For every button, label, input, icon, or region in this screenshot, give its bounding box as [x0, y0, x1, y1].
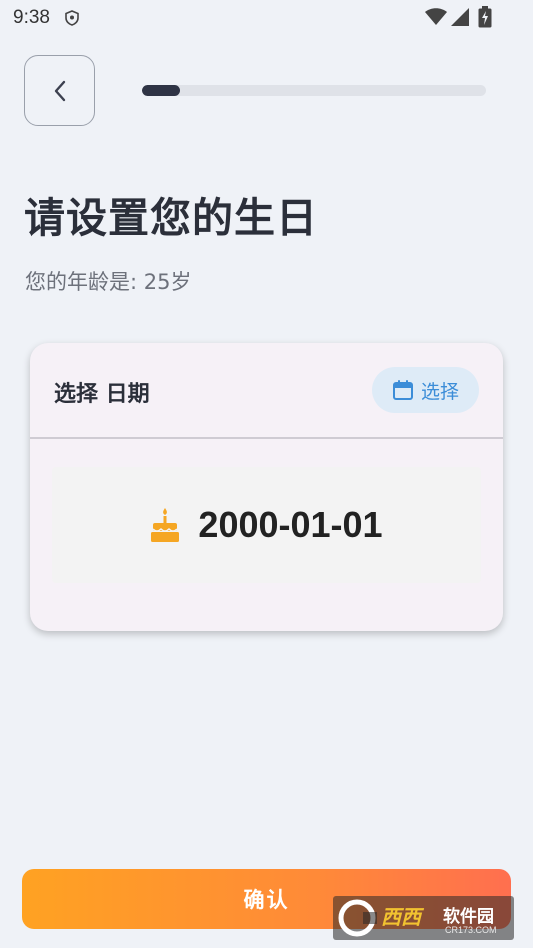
watermark-logo: 西西 软件园 CR173.COM: [333, 896, 514, 940]
chevron-left-icon: [54, 80, 65, 101]
shield-icon: [65, 10, 79, 26]
watermark-c-icon: [338, 899, 377, 937]
date-select-card: 选择 日期 选择 2000-01-01: [30, 343, 503, 631]
watermark-name: 软件园: [443, 907, 494, 927]
step-progress-bar: [142, 85, 486, 96]
confirm-label: 确认: [243, 888, 290, 912]
step-progress-fill: [142, 85, 180, 96]
age-text: 您的年龄是: 25岁: [25, 270, 192, 294]
back-button[interactable]: [24, 55, 95, 126]
cake-icon: [151, 508, 180, 542]
select-date-label: 选择: [420, 380, 459, 403]
wifi-icon: [425, 8, 447, 25]
date-value: 2000-01-01: [198, 504, 383, 545]
signal-icon: [451, 8, 469, 26]
select-date-button[interactable]: 选择: [372, 367, 479, 413]
battery-charging-icon: [478, 6, 492, 28]
calendar-icon: [392, 380, 413, 400]
page-title: 请设置您的生日: [24, 194, 318, 242]
watermark-brand: 西西: [381, 905, 421, 929]
card-divider: [30, 437, 503, 439]
selected-date-display[interactable]: 2000-01-01: [52, 467, 481, 583]
birthday-setup-screen: 9:38 请设置您的生日 您的年龄是: 25岁 选择 日期 选择 2000-01…: [0, 0, 533, 948]
watermark-url: CR173.COM: [445, 925, 497, 935]
card-title: 选择 日期: [54, 382, 150, 407]
status-bar: 9:38: [0, 0, 533, 38]
status-time: 9:38: [13, 7, 50, 28]
